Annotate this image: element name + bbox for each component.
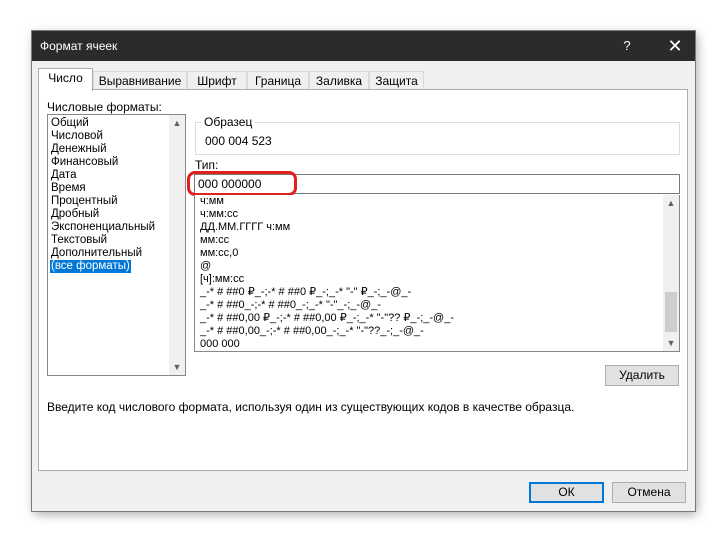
categories-label: Числовые форматы: (47, 100, 162, 114)
type-label: Тип: (195, 158, 219, 172)
tab-alignment[interactable]: Выравнивание (93, 71, 187, 90)
format-scrollbar[interactable]: ▲ ▼ (663, 195, 679, 351)
sample-label: Образец (201, 115, 256, 129)
category-item[interactable]: Экспоненциальный (50, 221, 156, 234)
format-code-list[interactable]: ч:мм ч:мм:сс ДД.ММ.ГГГГ ч:мм мм:сс мм:сс… (194, 195, 680, 352)
format-cells-dialog: Формат ячеек ? ✕ Число Выравнивание Шриф… (32, 31, 695, 511)
sample-value: 000 004 523 (205, 134, 272, 148)
scroll-down-icon[interactable]: ▼ (169, 359, 185, 375)
tab-fill[interactable]: Заливка (309, 71, 369, 90)
scroll-up-icon[interactable]: ▲ (663, 195, 679, 211)
category-item-selected[interactable]: (все форматы) (50, 260, 131, 273)
tab-border[interactable]: Граница (247, 71, 309, 90)
format-item[interactable]: _-* # ##0_-;-* # ##0_-;_-* "-"_-;_-@_- (200, 299, 381, 312)
title-bar[interactable]: Формат ячеек ? ✕ (32, 31, 695, 61)
sample-group: Образец 000 004 523 (195, 115, 680, 155)
category-item[interactable]: Числовой (50, 130, 104, 143)
scroll-down-icon[interactable]: ▼ (663, 335, 679, 351)
ok-button[interactable]: ОК (529, 482, 604, 503)
category-item[interactable]: Денежный (50, 143, 108, 156)
cancel-button[interactable]: Отмена (612, 482, 686, 503)
help-button[interactable]: ? (617, 36, 637, 56)
category-item[interactable]: Дополнительный (50, 247, 143, 260)
category-item[interactable]: Общий (50, 117, 90, 130)
tab-number[interactable]: Число (38, 68, 93, 91)
number-tab-panel: Числовые форматы: Общий Числовой Денежны… (38, 89, 688, 471)
category-item[interactable]: Процентный (50, 195, 119, 208)
format-item[interactable]: 000 000 (200, 338, 240, 351)
category-item[interactable]: Время (50, 182, 87, 195)
hint-text: Введите код числового формата, используя… (47, 400, 575, 414)
format-item[interactable]: _-* # ##0 ₽_-;-* # ##0 ₽_-;_-* "-" ₽_-;_… (200, 286, 411, 299)
category-item[interactable]: Дата (50, 169, 77, 182)
format-item[interactable]: @ (200, 260, 211, 273)
window-title: Формат ячеек (40, 39, 118, 53)
tab-font[interactable]: Шрифт (187, 71, 247, 90)
format-item[interactable]: [ч]:мм:сс (200, 273, 244, 286)
format-item[interactable]: мм:сс (200, 234, 229, 247)
format-item[interactable]: _-* # ##0,00 ₽_-;-* # ##0,00 ₽_-;_-* "-"… (200, 312, 454, 325)
category-scrollbar[interactable]: ▲ ▼ (169, 115, 185, 375)
category-item[interactable]: Финансовый (50, 156, 119, 169)
format-item[interactable]: _-* # ##0,00_-;-* # ##0,00_-;_-* "-"??_-… (200, 325, 424, 338)
category-item[interactable]: Текстовый (50, 234, 108, 247)
format-item[interactable]: ДД.ММ.ГГГГ ч:мм (200, 221, 290, 234)
scroll-thumb[interactable] (665, 292, 677, 332)
scroll-up-icon[interactable]: ▲ (169, 115, 185, 131)
format-item[interactable]: ч:мм (200, 195, 224, 208)
type-input-highlight (187, 171, 297, 196)
tab-protection[interactable]: Защита (369, 71, 424, 90)
close-button[interactable]: ✕ (662, 36, 688, 56)
format-item[interactable]: мм:сс,0 (200, 247, 238, 260)
category-list[interactable]: Общий Числовой Денежный Финансовый Дата … (47, 114, 186, 376)
format-item[interactable]: ч:мм:сс (200, 208, 238, 221)
category-item[interactable]: Дробный (50, 208, 100, 221)
delete-button[interactable]: Удалить (605, 365, 679, 386)
